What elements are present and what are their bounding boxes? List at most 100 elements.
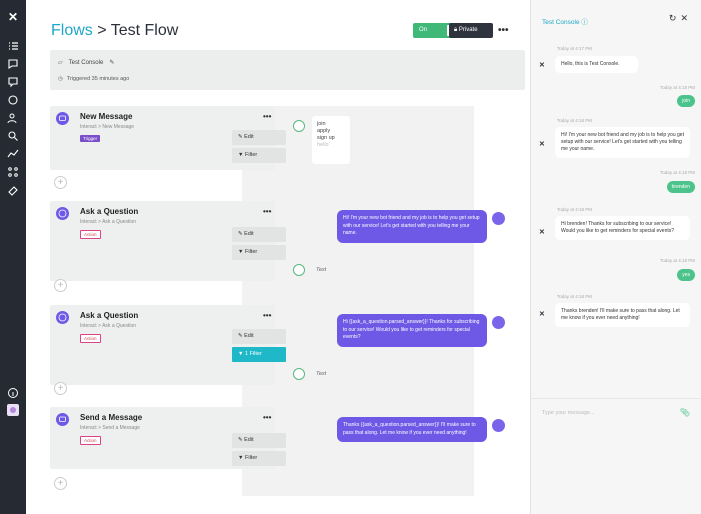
message-time: Today at 4:17 PM	[557, 46, 593, 51]
step-more-button[interactable]: •••	[263, 311, 271, 320]
keyword-options-card[interactable]: join apply sign up hello	[312, 116, 350, 164]
question-step-icon	[56, 207, 69, 220]
breadcrumb-flows-link[interactable]: Flows	[51, 22, 93, 39]
message-time: Today at 4:18 PM	[659, 170, 695, 175]
step-more-button[interactable]: •••	[263, 207, 271, 216]
step-tag: Action	[80, 334, 101, 343]
step-card[interactable]: Ask a Question Interact > Ask a Question…	[50, 305, 286, 385]
step-more-button[interactable]: •••	[263, 413, 271, 422]
on-toggle[interactable]: On	[413, 23, 453, 38]
option-item: apply	[317, 128, 331, 134]
branch-radio[interactable]	[293, 120, 305, 132]
bot-message: Hi! I'm your new bot friend and my job i…	[555, 127, 690, 158]
edit-button[interactable]: ✎ Edit	[232, 329, 286, 344]
console-tag: Test Console	[68, 59, 104, 66]
search-icon[interactable]	[7, 130, 19, 142]
chat-bubble-icon[interactable]	[7, 76, 19, 88]
tag-icon[interactable]	[7, 184, 19, 196]
bot-avatar-icon	[492, 316, 505, 329]
add-step-button[interactable]: +	[54, 279, 67, 292]
user-message: yes	[677, 269, 695, 281]
filter-label: Filter	[244, 249, 258, 255]
step-more-button[interactable]: •••	[263, 112, 271, 121]
add-step-button[interactable]: +	[54, 477, 67, 490]
triggered-row: ◷ Triggered 35 minutes ago	[58, 76, 129, 82]
step-title: Ask a Question	[80, 207, 139, 216]
chat-icon: ▱	[58, 60, 63, 66]
message-time: Today at 4:18 PM	[557, 294, 593, 299]
left-sidebar: ✕	[0, 0, 26, 514]
step-card[interactable]: Ask a Question Interact > Ask a Question…	[50, 201, 286, 281]
private-button[interactable]: 🔒︎ Private	[449, 23, 493, 38]
console-message-input[interactable]: Type your message... 📎︎	[531, 398, 701, 428]
bot-logo-icon: ✕	[539, 141, 545, 148]
help-icon[interactable]: ⓘ	[581, 19, 588, 26]
refresh-icon[interactable]: ↻	[669, 13, 681, 23]
step-title: New Message	[80, 112, 133, 121]
private-label: Private	[458, 27, 478, 33]
question-step-icon	[56, 311, 69, 324]
apps-grid-icon[interactable]	[7, 166, 19, 178]
add-step-button[interactable]: +	[54, 176, 67, 189]
step-title: Send a Message	[80, 413, 143, 422]
filter-icon: ▼	[238, 351, 245, 357]
filter-button[interactable]: ▼ Filter	[232, 245, 286, 260]
user-avatar[interactable]	[7, 404, 19, 416]
edit-button[interactable]: ✎ Edit	[232, 433, 286, 448]
bot-avatar-icon	[492, 212, 505, 225]
message-placeholder: Type your message...	[542, 410, 595, 416]
test-console-panel: Test Console ⓘ ↻✕ Today at 4:17 PM ✕ Hel…	[530, 0, 701, 514]
close-icon[interactable]: ✕	[680, 13, 692, 23]
help-icon[interactable]	[7, 387, 19, 399]
console-title: Test Console ⓘ	[542, 16, 588, 26]
text-input-label: Text	[316, 267, 327, 273]
bot-logo-icon: ✕	[539, 62, 545, 69]
bot-message: Hi brenden! Thanks for subscribing to ou…	[555, 216, 690, 240]
user-message: brenden	[666, 181, 695, 193]
bot-message: Hello, this is Test Console.	[555, 56, 638, 73]
step-card[interactable]: New Message Interact > New Message Trigg…	[50, 106, 286, 170]
edit-label: Edit	[244, 134, 254, 140]
app-logo-icon[interactable]: ✕	[6, 10, 20, 24]
branch-radio[interactable]	[293, 368, 305, 380]
bot-message-bubble[interactable]: Thanks {{ask_a_question.parsed_answer}}!…	[337, 417, 487, 442]
users-icon[interactable]	[7, 112, 19, 124]
filter-label: Filter	[244, 455, 258, 461]
filter-icon: ▼	[238, 249, 245, 255]
step-title: Ask a Question	[80, 311, 139, 320]
clock-icon: ◷	[58, 76, 63, 82]
flow-trigger-header: ▱ Test Console ✎ ◷ Triggered 35 minutes …	[50, 50, 525, 90]
message-time: Today at 4:18 PM	[557, 207, 593, 212]
bot-message-bubble[interactable]: Hi! I'm your new bot friend and my job i…	[337, 210, 487, 243]
chat-icon[interactable]	[7, 58, 19, 70]
add-step-button[interactable]: +	[54, 382, 67, 395]
step-tag: Action	[80, 436, 101, 445]
step-card[interactable]: Send a Message Interact > Send a Message…	[50, 407, 286, 469]
console-row: ▱ Test Console ✎	[58, 59, 114, 67]
filter-button[interactable]: ▼ 1 Filter	[232, 347, 286, 362]
filter-icon: ▼	[238, 455, 245, 461]
edit-label: Edit	[244, 231, 254, 237]
pencil-icon[interactable]: ✎	[109, 59, 114, 66]
message-circle-icon[interactable]	[7, 94, 19, 106]
filter-icon: ▼	[238, 152, 245, 158]
filter-label: Filter	[244, 152, 258, 158]
edit-button[interactable]: ✎ Edit	[232, 130, 286, 145]
breadcrumb-current: Test Flow	[110, 22, 179, 39]
branch-radio[interactable]	[293, 264, 305, 276]
attachment-icon[interactable]: 📎︎	[680, 408, 690, 417]
step-subtitle: Interact > Ask a Question	[80, 323, 137, 329]
step-subtitle: Interact > Ask a Question	[80, 219, 137, 225]
filter-button[interactable]: ▼ Filter	[232, 451, 286, 466]
more-options-button[interactable]: •••	[498, 25, 509, 36]
edit-button[interactable]: ✎ Edit	[232, 227, 286, 242]
chat-step-icon	[56, 112, 69, 125]
list-icon[interactable]	[7, 40, 19, 52]
text-input-label: Text	[316, 371, 327, 377]
analytics-icon[interactable]	[7, 148, 19, 160]
step-subtitle: Interact > Send a Message	[80, 425, 140, 431]
bot-message-bubble[interactable]: Hi {{ask_a_question.parsed_answer}}! Tha…	[337, 314, 487, 347]
edit-label: Edit	[244, 333, 254, 339]
filter-button[interactable]: ▼ Filter	[232, 148, 286, 163]
user-message: join	[677, 95, 695, 107]
